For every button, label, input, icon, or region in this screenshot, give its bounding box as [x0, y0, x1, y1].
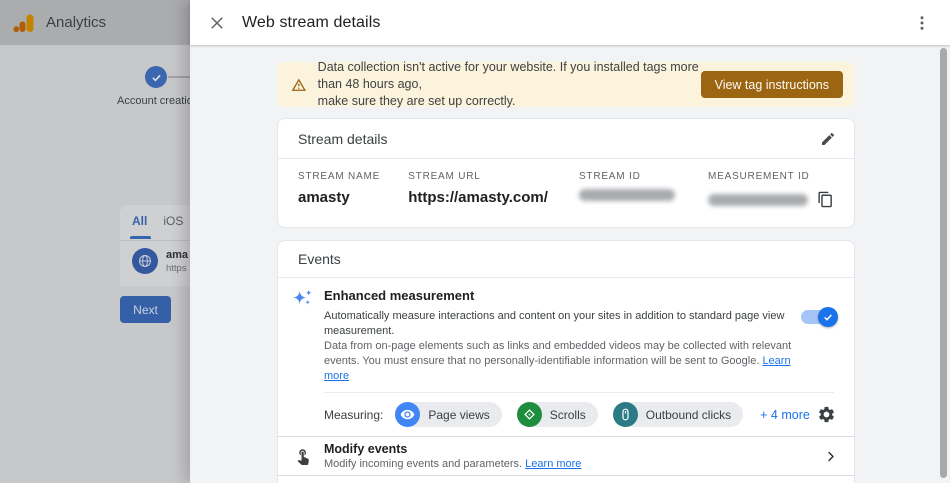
stream-name-clipped: ama — [166, 248, 189, 261]
panel-title: Web stream details — [242, 13, 381, 31]
enhanced-measurement-toggle[interactable] — [801, 307, 838, 327]
field-label: STREAM NAME — [298, 171, 381, 182]
warning-text: Data collection isn't active for your we… — [317, 60, 699, 108]
web-stream-details-panel: Web stream details Data collection isn't… — [190, 0, 950, 483]
stream-tabs: All iOS — [120, 205, 190, 241]
copy-icon[interactable] — [816, 190, 834, 208]
stream-id-redacted-value — [578, 189, 675, 201]
view-tag-instructions-button[interactable]: View tag instructions — [700, 71, 843, 98]
measurement-id-redacted-value — [708, 194, 808, 206]
eye-icon — [395, 402, 421, 427]
toggle-check-icon — [818, 307, 838, 327]
field-label: STREAM ID — [578, 171, 641, 182]
globe-icon — [132, 248, 158, 274]
stream-name-value: amasty — [298, 189, 350, 206]
diamond-icon — [516, 402, 542, 427]
edit-button[interactable] — [818, 129, 838, 149]
analytics-logo-icon — [13, 14, 34, 32]
chip-outbound-clicks: Outbound clicks — [612, 402, 744, 427]
stream-list-item: ama https — [120, 241, 190, 274]
field-label: STREAM URL — [408, 171, 481, 182]
screen: Analytics Account creation All iOS ama h… — [0, 0, 950, 483]
more-events-link[interactable]: + 4 more — [760, 408, 810, 422]
learn-more-link[interactable]: Learn more — [525, 458, 581, 470]
chevron-right-icon — [823, 449, 838, 464]
app-title: Analytics — [46, 14, 107, 31]
step-complete-icon — [145, 66, 167, 88]
stepper-connector — [168, 76, 190, 78]
stream-details-title: Stream details — [298, 130, 388, 147]
step-label: Account creation — [117, 95, 199, 107]
modify-events-row[interactable]: Modify events Modify incoming events and… — [278, 436, 854, 475]
enhanced-measurement-desc: Automatically measure interactions and c… — [324, 310, 785, 337]
mouse-icon — [612, 402, 638, 427]
next-button: Next — [120, 296, 171, 323]
chip-scrolls: Scrolls — [516, 402, 598, 427]
stream-url-clipped: https — [166, 262, 187, 274]
scrollbar — [939, 48, 949, 481]
scrollbar-thumb[interactable] — [940, 48, 947, 478]
more-options-button[interactable] — [912, 13, 932, 33]
panel-body: Data collection isn't active for your we… — [190, 45, 950, 483]
chip-page-views: Page views — [395, 402, 502, 427]
stream-url-value: https://amasty.com/ — [408, 189, 548, 206]
field-label: MEASUREMENT ID — [708, 171, 810, 182]
measuring-label: Measuring: — [324, 407, 384, 422]
enhanced-measurement-section: Enhanced measurement Automatically measu… — [278, 278, 854, 436]
stream-fields: STREAM NAME amasty STREAM URL https://am… — [278, 159, 854, 208]
tab-ios: iOS — [163, 214, 184, 228]
warning-banner: Data collection isn't active for your we… — [277, 60, 855, 108]
enhanced-measurement-note: Data from on-page elements such as links… — [324, 340, 792, 382]
gear-icon[interactable] — [816, 405, 836, 425]
close-button[interactable] — [207, 13, 227, 33]
sparkle-icon — [292, 289, 312, 305]
events-card: Events Enhanced measurement Automaticall… — [277, 240, 855, 483]
tab-all: All — [129, 214, 152, 240]
enhanced-measurement-title: Enhanced measurement — [324, 288, 475, 303]
panel-header: Web stream details — [190, 0, 950, 45]
events-title: Events — [298, 251, 341, 267]
measuring-row: Measuring: Page views Scrolls Outbound c… — [324, 392, 834, 436]
stream-details-card: Stream details STREAM NAME amasty STREAM… — [277, 118, 855, 228]
warning-icon — [291, 77, 307, 91]
touch-icon — [294, 447, 324, 465]
create-custom-events-row[interactable]: Create custom events Create new events f… — [278, 475, 854, 483]
data-streams-card: All iOS ama https — [120, 205, 190, 286]
